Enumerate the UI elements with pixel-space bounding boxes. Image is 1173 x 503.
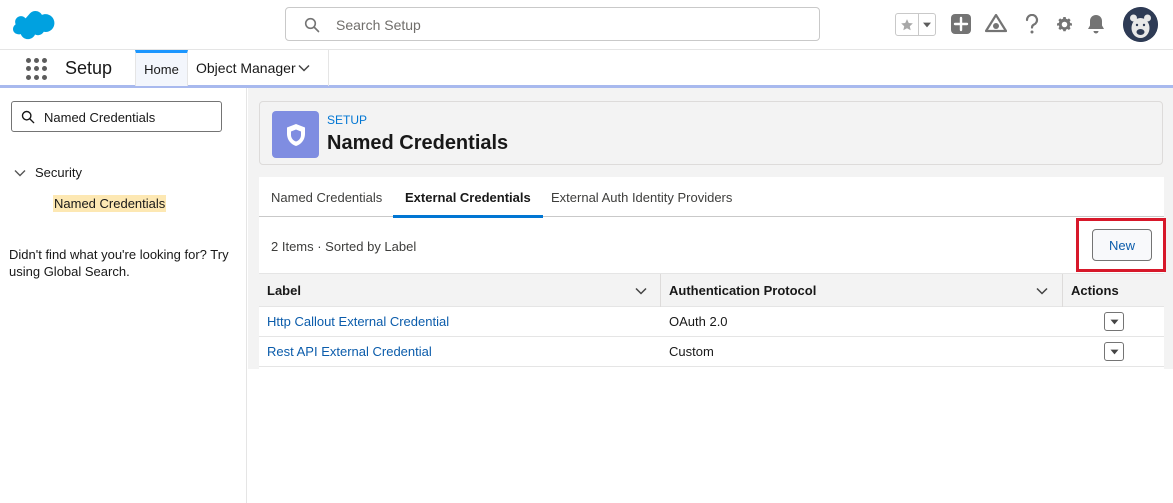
favorites-dropdown-icon[interactable] <box>919 14 935 35</box>
app-launcher-icon[interactable] <box>26 58 48 80</box>
app-name: Setup <box>65 58 113 78</box>
column-protocol-text: Authentication Protocol <box>669 283 817 298</box>
quick-find-box[interactable] <box>11 101 222 132</box>
tree-node-security[interactable]: Security <box>14 165 82 180</box>
page-eyebrow[interactable]: SETUP <box>327 113 367 127</box>
row-protocol-cell: OAuth 2.0 <box>669 314 728 329</box>
chevron-down-icon[interactable] <box>14 167 26 179</box>
table-header: Label Authentication Protocol Actions <box>259 273 1164 307</box>
search-icon <box>304 17 320 33</box>
help-icon[interactable] <box>1021 13 1043 35</box>
quick-find-input[interactable] <box>44 107 214 127</box>
shield-icon <box>272 111 319 158</box>
user-avatar[interactable] <box>1123 7 1158 42</box>
chevron-down-icon[interactable] <box>298 62 310 74</box>
tree-leaf-named-credentials[interactable]: Named Credentials <box>53 195 167 212</box>
search-icon <box>21 110 35 124</box>
credentials-tabs: Named Credentials External Credentials E… <box>259 177 1164 218</box>
table-row: Rest API External Credential Custom <box>259 337 1164 367</box>
new-button[interactable]: New <box>1092 229 1152 261</box>
global-header <box>0 0 1173 50</box>
row-label-link[interactable]: Rest API External Credential <box>267 344 432 359</box>
tab-external-auth-identity-providers[interactable]: External Auth Identity Providers <box>551 177 732 217</box>
column-header-actions: Actions <box>1063 274 1164 307</box>
setup-search-input[interactable] <box>336 14 796 36</box>
trailhead-icon[interactable] <box>985 13 1007 35</box>
not-found-hint: Didn't find what you're looking for? Try… <box>9 247 229 279</box>
notifications-bell-icon[interactable] <box>1085 13 1107 35</box>
tab-named-credentials[interactable]: Named Credentials <box>271 177 382 217</box>
setup-gear-icon[interactable] <box>1053 13 1075 35</box>
row-label-cell: Http Callout External Credential <box>267 307 449 336</box>
list-summary: 2 Items · Sorted by Label <box>271 239 417 254</box>
column-header-authentication-protocol[interactable]: Authentication Protocol <box>661 274 1063 307</box>
tab-external-credentials[interactable]: External Credentials <box>393 177 543 218</box>
setup-sidebar: Security Named Credentials Didn't find w… <box>0 88 247 503</box>
row-protocol-cell: Custom <box>669 344 714 359</box>
favorites-star-icon[interactable] <box>896 14 919 35</box>
row-actions-dropdown-icon[interactable] <box>1104 342 1124 361</box>
external-credentials-table: Label Authentication Protocol Actions Ht… <box>259 273 1164 367</box>
column-header-label[interactable]: Label <box>259 274 660 307</box>
chevron-down-icon[interactable] <box>635 285 647 297</box>
page-blank-area <box>248 369 1173 503</box>
salesforce-logo[interactable] <box>13 10 55 40</box>
page-title: Named Credentials <box>327 132 509 154</box>
row-label-link[interactable]: Http Callout External Credential <box>267 314 449 329</box>
nav-tab-home[interactable]: Home <box>135 50 188 86</box>
chevron-down-icon[interactable] <box>1036 285 1048 297</box>
nav-tab-object-manager-label: Object Manager <box>196 60 296 76</box>
setup-search-box[interactable] <box>285 7 820 41</box>
column-label-text: Label <box>267 283 301 298</box>
favorites-group <box>895 13 936 36</box>
app-navigation-bar: Setup Home Object Manager <box>0 50 1173 88</box>
page-header: SETUP Named Credentials <box>259 101 1163 165</box>
row-actions-dropdown-icon[interactable] <box>1104 312 1124 331</box>
nav-tab-object-manager[interactable]: Object Manager <box>188 50 329 86</box>
global-actions-plus-icon[interactable] <box>950 13 972 35</box>
row-label-cell: Rest API External Credential <box>267 337 432 366</box>
tree-node-label: Security <box>35 165 82 180</box>
column-actions-text: Actions <box>1071 283 1119 298</box>
table-row: Http Callout External Credential OAuth 2… <box>259 307 1164 337</box>
